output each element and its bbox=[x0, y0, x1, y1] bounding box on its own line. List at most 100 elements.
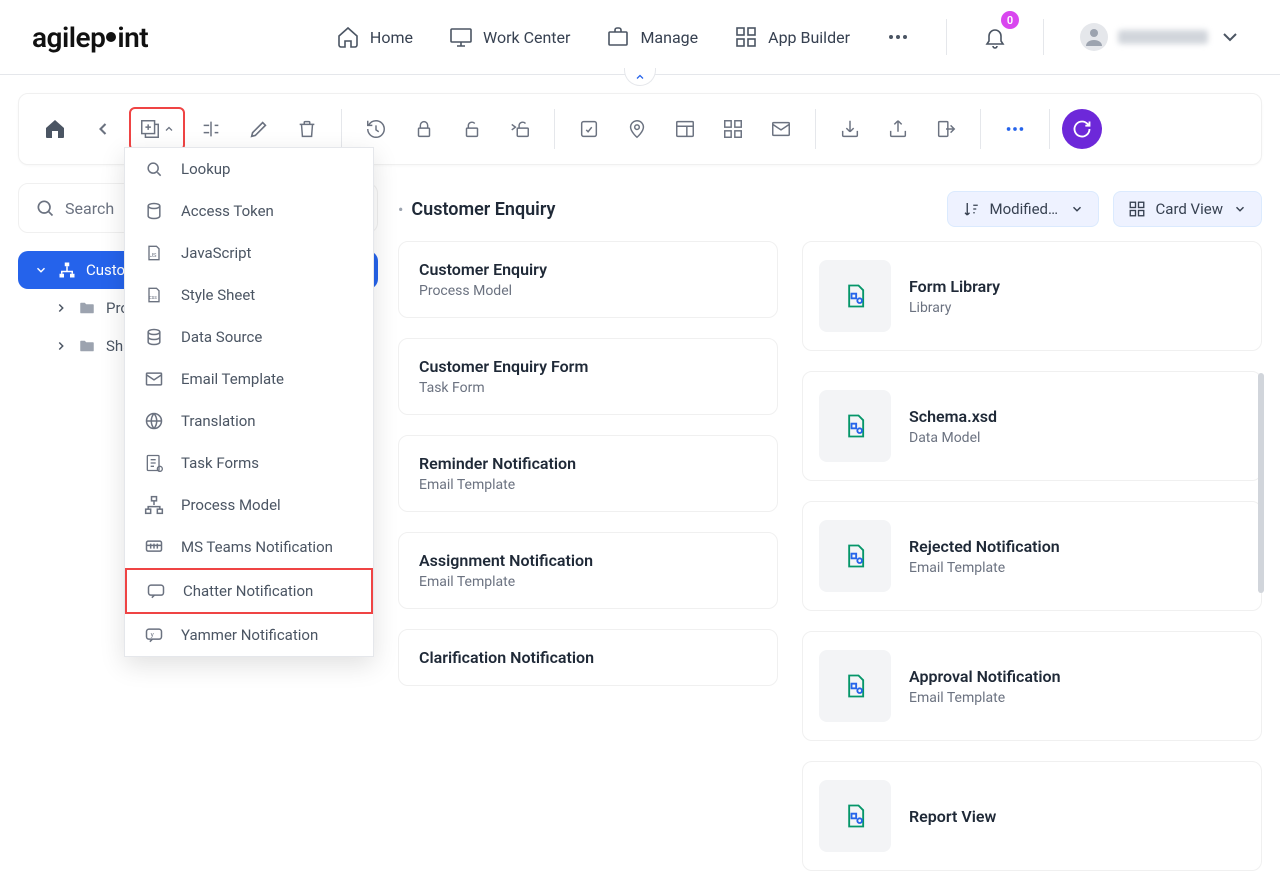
toolbar-apps[interactable] bbox=[711, 107, 755, 151]
breadcrumb-bullet: • bbox=[398, 200, 403, 219]
asset-card[interactable]: Customer EnquiryProcess Model bbox=[398, 241, 778, 318]
dropdown-item-lookup[interactable]: Lookup bbox=[125, 148, 373, 190]
toolbar-checkout[interactable] bbox=[450, 107, 494, 151]
toolbar-export[interactable] bbox=[876, 107, 920, 151]
toolbar-publish[interactable] bbox=[567, 107, 611, 151]
refresh-icon bbox=[1072, 119, 1092, 139]
card-subtitle: Data Model bbox=[909, 430, 997, 446]
toolbar-import[interactable] bbox=[828, 107, 872, 151]
sort-dropdown[interactable]: Modified Date bbox=[947, 191, 1099, 227]
dropdown-item-style-sheet[interactable]: cssStyle Sheet bbox=[125, 274, 373, 316]
dropdown-item-ms-teams-notification[interactable]: MS Teams Notification bbox=[125, 526, 373, 568]
asset-card[interactable]: Report View bbox=[802, 761, 1262, 871]
dropdown-item-process-model[interactable]: Process Model bbox=[125, 484, 373, 526]
dropdown-item-label: Email Template bbox=[181, 370, 284, 388]
toolbar-history[interactable] bbox=[354, 107, 398, 151]
search-icon bbox=[35, 198, 55, 218]
asset-card[interactable]: Rejected Notification Email Template bbox=[802, 501, 1262, 611]
separator bbox=[815, 109, 816, 149]
more-horizontal-icon bbox=[1004, 118, 1026, 140]
asset-card[interactable]: Form LibraryLibrary bbox=[802, 241, 1262, 351]
dropdown-item-label: Lookup bbox=[181, 160, 230, 178]
asset-card[interactable]: Clarification Notification bbox=[398, 629, 778, 686]
nav-appbuilder[interactable]: App Builder bbox=[728, 17, 856, 57]
toolbar-checkin[interactable] bbox=[402, 107, 446, 151]
card-subtitle: Task Form bbox=[419, 380, 588, 396]
asset-card[interactable]: Approval Notification Email Template bbox=[802, 631, 1262, 741]
nav-more[interactable] bbox=[880, 17, 916, 57]
toolbar-rename[interactable] bbox=[189, 107, 233, 151]
notifications-badge: 0 bbox=[1001, 11, 1019, 29]
asset-card[interactable]: Reminder NotificationEmail Template bbox=[398, 435, 778, 512]
dropdown-item-task-forms[interactable]: Task Forms bbox=[125, 442, 373, 484]
view-dropdown[interactable]: Card View bbox=[1113, 191, 1262, 227]
user-menu[interactable] bbox=[1074, 15, 1248, 59]
toolbar-delete[interactable] bbox=[285, 107, 329, 151]
dropdown-item-translation[interactable]: Translation bbox=[125, 400, 373, 442]
data-source-icon bbox=[143, 326, 165, 348]
lock-revert-icon bbox=[509, 118, 531, 140]
toolbar-back[interactable] bbox=[81, 107, 125, 151]
toolbar-edit[interactable] bbox=[237, 107, 281, 151]
card-subtitle: Email Template bbox=[909, 560, 1060, 576]
toolbar-home[interactable] bbox=[33, 107, 77, 151]
lock-open-icon bbox=[461, 118, 483, 140]
svg-text:y: y bbox=[151, 631, 155, 639]
yammer-notification-icon: y bbox=[143, 624, 165, 646]
person-icon bbox=[1082, 25, 1106, 49]
toolbar-exit[interactable] bbox=[924, 107, 968, 151]
briefcase-icon bbox=[606, 25, 630, 49]
dropdown-item-email-template[interactable]: Email Template bbox=[125, 358, 373, 400]
new-item-dropdown: Lookup Access TokenJSJavaScriptcssStyle S… bbox=[124, 147, 374, 657]
dropdown-item-label: Process Model bbox=[181, 496, 281, 514]
export-icon bbox=[887, 118, 909, 140]
toolbar-new-dropdown[interactable] bbox=[129, 107, 185, 151]
pencil-icon bbox=[248, 118, 270, 140]
sort-label: Modified Date bbox=[990, 200, 1060, 218]
separator bbox=[554, 109, 555, 149]
asset-card[interactable]: Schema.xsd Data Model bbox=[802, 371, 1262, 481]
dropdown-item-chatter-notification[interactable]: Chatter Notification bbox=[125, 568, 373, 614]
card-subtitle: Email Template bbox=[909, 690, 1061, 706]
trash-icon bbox=[296, 118, 318, 140]
toolbar-layout[interactable] bbox=[663, 107, 707, 151]
publish-icon bbox=[578, 118, 600, 140]
logo: agilepint bbox=[32, 21, 148, 54]
dropdown-item-access-token[interactable]: Access Token bbox=[125, 190, 373, 232]
lock-closed-icon bbox=[413, 118, 435, 140]
svg-text:JS: JS bbox=[150, 253, 157, 259]
toolbar-undo-checkout[interactable] bbox=[498, 107, 542, 151]
card-thumb bbox=[819, 390, 891, 462]
card-subtitle: Email Template bbox=[419, 574, 593, 590]
layout-icon bbox=[674, 118, 696, 140]
toolbar-more[interactable] bbox=[993, 107, 1037, 151]
cards-column-right: Form LibraryLibrary Schema.xsd Data Model R… bbox=[802, 241, 1262, 891]
dropdown-item-sms-notification[interactable]: SMS Notification bbox=[125, 656, 373, 657]
asset-card[interactable]: Customer Enquiry FormTask Form bbox=[398, 338, 778, 415]
chevron-up-icon bbox=[634, 71, 646, 83]
process-model-icon bbox=[143, 494, 165, 516]
lookup-icon bbox=[143, 158, 165, 180]
more-horizontal-icon bbox=[886, 25, 910, 49]
nav-manage-label: Manage bbox=[640, 28, 698, 47]
folder-icon bbox=[78, 337, 96, 355]
nav-workcenter[interactable]: Work Center bbox=[443, 17, 576, 57]
asset-card[interactable]: Assignment Notification Email Template bbox=[398, 532, 778, 609]
chevron-right-icon bbox=[54, 301, 68, 315]
card-title: Assignment Notification bbox=[419, 551, 593, 570]
dropdown-item-javascript[interactable]: JSJavaScript bbox=[125, 232, 373, 274]
toolbar-location[interactable] bbox=[615, 107, 659, 151]
card-title: Schema.xsd bbox=[909, 407, 997, 426]
card-title: Customer Enquiry bbox=[419, 260, 547, 279]
notifications-button[interactable]: 0 bbox=[977, 17, 1013, 57]
card-title: Rejected Notification bbox=[909, 537, 1060, 556]
dropdown-item-data-source[interactable]: Data Source bbox=[125, 316, 373, 358]
toolbar-email[interactable] bbox=[759, 107, 803, 151]
card-title: Approval Notification bbox=[909, 667, 1061, 686]
toolbar-refresh[interactable] bbox=[1062, 109, 1102, 149]
dropdown-item-yammer-notification[interactable]: yYammer Notification bbox=[125, 614, 373, 656]
nav-home[interactable]: Home bbox=[330, 17, 419, 57]
sitemap-icon bbox=[58, 261, 76, 279]
scrollbar[interactable] bbox=[1258, 373, 1264, 593]
nav-manage[interactable]: Manage bbox=[600, 17, 704, 57]
